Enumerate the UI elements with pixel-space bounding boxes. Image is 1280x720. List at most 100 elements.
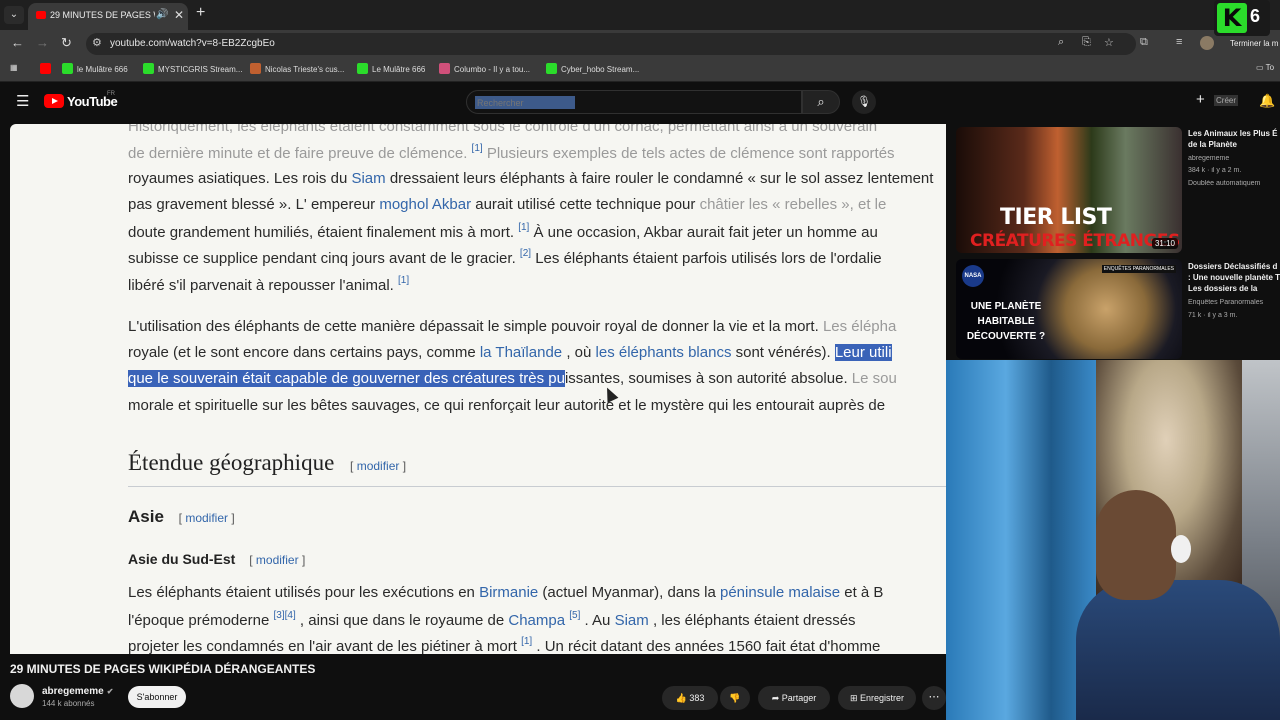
youtube-logo-icon[interactable]	[44, 94, 64, 108]
bookmark-star-icon[interactable]: ☆	[1104, 36, 1114, 49]
wiki-link: Siam	[614, 612, 649, 629]
citation: [1]	[471, 143, 483, 154]
article-line: L'utilisation des éléphants de cette man…	[128, 318, 896, 335]
hamburger-menu-icon[interactable]: ☰	[16, 92, 29, 110]
dislike-button[interactable]: 👎	[720, 686, 750, 710]
save-bookmark-icon: ⊞	[849, 693, 861, 703]
like-button[interactable]: 👍 383	[662, 686, 718, 710]
share-label: Partager	[781, 693, 817, 703]
omnibox[interactable]: ⚙ youtube.com/watch?v=8-EB2ZcgbEo ⌕ ⎘ ☆	[86, 33, 1136, 55]
bookmark-item[interactable]: MYSTICGRIS Stream...	[143, 63, 242, 74]
save-button[interactable]: ⊞ Enregistrer	[838, 686, 916, 710]
heading-text: Asie du Sud-Est	[128, 551, 236, 567]
media-controls-icon[interactable]: ≡	[1176, 36, 1182, 48]
article-line: que le souverain était capable de gouver…	[128, 370, 897, 387]
text-run: royaumes asiatiques. Les rois du	[128, 170, 348, 187]
recommendation-channel[interactable]: Enquêtes Paranormales	[1188, 299, 1280, 306]
video-title: 29 MINUTES DE PAGES WIKIPÉDIA DÉRANGEANT…	[10, 662, 316, 676]
tab-search-button[interactable]: ⌄	[4, 6, 24, 24]
text-run: , ainsi que dans le royaume de	[299, 612, 505, 629]
webcam-overlay	[946, 360, 1280, 720]
bookmark-favicon-icon	[250, 63, 261, 74]
create-plus-icon[interactable]: +	[1196, 91, 1205, 108]
search-button[interactable]: ⌕	[802, 90, 840, 114]
recommendation-title[interactable]: Dossiers Déclassifiés d : Une nouvelle p…	[1188, 261, 1280, 295]
citation: [2]	[519, 248, 532, 259]
bookmark-label: Columbo - Il y a tou...	[454, 65, 531, 74]
subsubsection-heading: Asie du Sud-Est [ modifier ]	[128, 551, 305, 567]
close-tab-icon[interactable]: ✕	[174, 8, 184, 22]
reload-icon[interactable]: ↻	[61, 35, 72, 51]
text-run: , où	[566, 344, 592, 361]
bookmark-item[interactable]: Le Mulâtre 666	[357, 63, 425, 74]
bookmark-youtube[interactable]	[40, 63, 55, 74]
edit-link-text: modifier	[255, 553, 299, 567]
text-run: subisse ce supplice pendant cinq jours a…	[128, 250, 516, 267]
browser-tab-active[interactable]: 29 MINUTES DE PAGES WIK 🔊 ✕	[28, 3, 188, 30]
forward-arrow-icon[interactable]: →	[36, 35, 49, 50]
finish-update-button[interactable]: Terminer la m	[1224, 34, 1280, 54]
citation: [1]	[521, 636, 533, 647]
bookmarks-folder[interactable]: ▭ To	[1256, 63, 1274, 72]
search-box[interactable]	[466, 90, 802, 114]
youtube-favicon-icon	[36, 11, 46, 19]
recommendation-thumbnail[interactable]: NASA ENQUÊTES PARANORMALES UNE PLANÈTE H…	[956, 259, 1182, 359]
recommendation-title[interactable]: Les Animaux les Plus É de la Planète	[1188, 128, 1280, 152]
video-player[interactable]: Historiquement, les éléphants étaient co…	[10, 124, 946, 654]
speaker-icon[interactable]: 🔊	[156, 9, 168, 20]
apps-grid-icon[interactable]: ▦	[10, 63, 18, 72]
citation: [3][4]	[273, 610, 296, 621]
subscribe-button[interactable]: S'abonner	[128, 686, 186, 708]
voice-search-button[interactable]: 🎙	[852, 90, 876, 114]
tab-title: 29 MINUTES DE PAGES WIK	[50, 10, 155, 20]
bookmark-item[interactable]: Cyber_hobo Stream...	[546, 63, 639, 74]
recommendation-thumbnail[interactable]: TIER LIST CRÉATURES ÉTRANGES 31:10	[956, 127, 1182, 253]
bookmark-item[interactable]: Nicolas Trieste's cus...	[250, 63, 344, 74]
text-run: Plusieurs exemples de tels actes de clém…	[486, 145, 895, 162]
verified-check-icon: ✔	[106, 687, 114, 696]
zoom-search-icon[interactable]: ⌕	[1058, 36, 1064, 49]
more-dots-icon: ⋯	[928, 691, 940, 703]
channel-badge: ENQUÊTES PARANORMALES	[1101, 265, 1176, 273]
article-line: doute grandement humiliés, étaient final…	[128, 222, 878, 241]
article-line: Historiquement, les éléphants étaient co…	[128, 124, 878, 135]
channel-avatar[interactable]	[10, 684, 34, 708]
site-info-icon[interactable]: ⚙	[92, 36, 102, 49]
notifications-bell-icon[interactable]: 🔔	[1259, 93, 1275, 109]
bookmark-item[interactable]: le Mulâtre 666	[62, 63, 128, 74]
article-line: pas gravement blessé ». L' empereur mogh…	[128, 196, 886, 213]
text-run: (actuel Myanmar), dans la	[542, 584, 716, 601]
nasa-logo-icon: NASA	[962, 265, 984, 287]
more-options-button[interactable]: ⋯	[922, 686, 946, 710]
bookmark-favicon-icon	[546, 63, 557, 74]
bookmark-favicon-icon	[62, 63, 73, 74]
extensions-icon[interactable]: ⧉	[1140, 36, 1148, 49]
cast-icon[interactable]: ⎘	[1082, 36, 1091, 49]
text-run: Les éléphants étaient parfois utilisés l…	[535, 250, 882, 267]
thumbnail-text: UNE PLANÈTE HABITABLE DÉCOUVERTE ?	[966, 301, 1046, 342]
profile-avatar[interactable]	[1200, 36, 1214, 50]
article-line: royale (et le sont encore dans certains …	[128, 344, 892, 361]
kick-logo-icon: K	[1217, 3, 1247, 33]
create-label[interactable]: Créer	[1214, 95, 1239, 106]
recommendation-channel[interactable]: abregememe	[1188, 155, 1280, 162]
save-label: Enregistrer	[860, 693, 905, 703]
search-input[interactable]	[475, 96, 575, 109]
share-button[interactable]: ➦ Partager	[758, 686, 830, 710]
channel-name-text: abregememe	[42, 686, 104, 697]
back-arrow-icon[interactable]: ←	[11, 35, 24, 50]
thumbnail-text: TIER LIST	[1000, 205, 1112, 230]
streamer-body	[1076, 580, 1280, 720]
bookmark-item[interactable]: Columbo - Il y a tou...	[439, 63, 530, 74]
subsection-heading: Asie [ modifier ]	[128, 507, 235, 527]
recommendation-meta: 384 k · il y a 2 m.	[1188, 167, 1242, 174]
channel-name[interactable]: abregememe ✔	[42, 686, 113, 697]
text-run: royale (et le sont encore dans certains …	[128, 344, 476, 361]
text-run: pas gravement blessé ». L' empereur	[128, 196, 376, 213]
address-toolbar: ← → ↻ ⚙ youtube.com/watch?v=8-EB2ZcgbEo …	[0, 30, 1280, 58]
new-tab-button[interactable]: +	[196, 4, 205, 22]
article-line: libéré s'il parvenait à repousser l'anim…	[128, 275, 409, 294]
article-line: morale et spirituelle sur les bêtes sauv…	[128, 397, 886, 414]
wiki-link: Birmanie	[479, 584, 539, 601]
overlay-number: 6	[1250, 6, 1261, 26]
